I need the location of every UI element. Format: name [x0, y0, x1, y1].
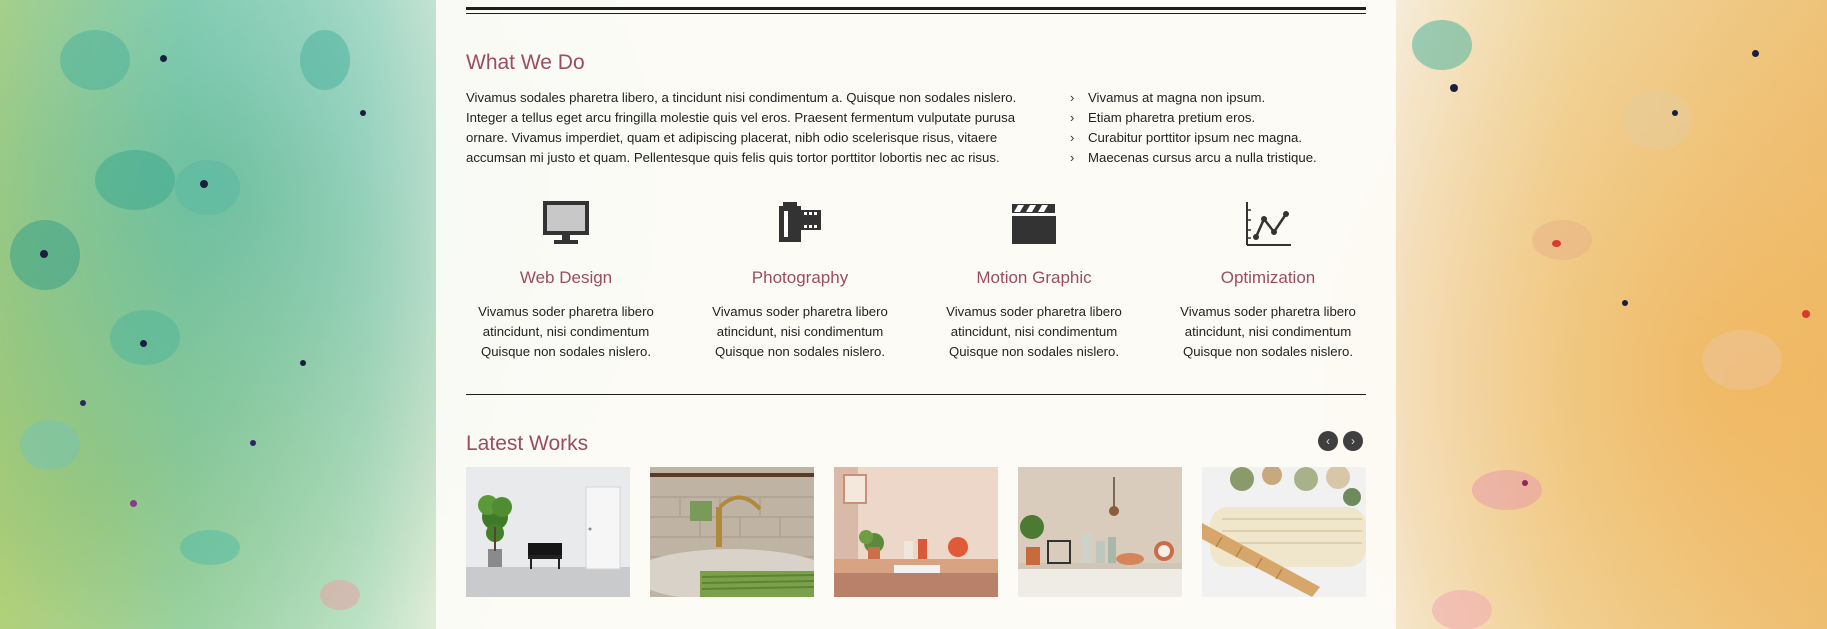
bullet-text: Vivamus at magna non ipsum. — [1088, 90, 1266, 105]
service-title: Photography — [751, 268, 849, 287]
service-text: Vivamus soder pharetra libero atincidunt… — [946, 304, 1122, 359]
what-we-do-bullet-list: › Vivamus at magna non ipsum. › Etiam phar… — [1070, 88, 1370, 168]
list-item: › Maecenas cursus arcu a nulla tristique. — [1070, 148, 1370, 168]
chevron-right-icon: › — [1070, 110, 1075, 125]
work-thumbnail[interactable] — [650, 467, 814, 597]
carousel-prev-button[interactable]: ‹ — [1318, 431, 1338, 451]
work-thumbnail[interactable] — [1018, 467, 1182, 597]
service-text: Vivamus soder pharetra libero atincidunt… — [712, 304, 888, 359]
bullet-text: Maecenas cursus arcu a nulla tristique. — [1088, 150, 1317, 165]
work-thumbnail[interactable] — [834, 467, 998, 597]
monitor-icon — [466, 200, 666, 254]
service-title: Optimization — [1220, 268, 1316, 287]
service-motion-graphic: Motion Graphic Vivamus soder pharetra li… — [934, 200, 1134, 362]
service-photography: Photography Vivamus soder pharetra liber… — [700, 200, 900, 362]
latest-works-carousel — [466, 467, 1366, 597]
latest-works-title: Latest Works — [466, 432, 589, 455]
chevron-left-icon: ‹ — [1326, 434, 1330, 448]
service-title: Motion Graphic — [976, 268, 1092, 287]
list-item: › Etiam pharetra pretium eros. — [1070, 108, 1370, 128]
chevron-right-icon: › — [1070, 90, 1075, 105]
line-chart-icon — [1168, 200, 1368, 254]
list-item: › Curabitur porttitor ipsum nec magna. — [1070, 128, 1370, 148]
chevron-right-icon: › — [1351, 434, 1355, 448]
section-divider — [466, 394, 1366, 395]
list-item: › Vivamus at magna non ipsum. — [1070, 88, 1370, 108]
what-we-do-intro: Vivamus sodales pharetra libero, a tinci… — [466, 90, 1017, 165]
work-thumbnail[interactable] — [466, 467, 630, 597]
chevron-right-icon: › — [1070, 150, 1075, 165]
service-title: Web Design — [519, 268, 613, 287]
clapperboard-icon — [934, 200, 1134, 254]
service-optimization: Optimization Vivamus soder pharetra libe… — [1168, 200, 1368, 362]
background-left-decoration — [0, 0, 436, 629]
service-text: Vivamus soder pharetra libero atincidunt… — [478, 304, 654, 359]
services-grid: Web Design Vivamus soder pharetra libero… — [466, 200, 1366, 360]
bullet-text: Etiam pharetra pretium eros. — [1088, 110, 1256, 125]
service-text: Vivamus soder pharetra libero atincidunt… — [1180, 304, 1356, 359]
service-web-design: Web Design Vivamus soder pharetra libero… — [466, 200, 666, 362]
what-we-do-title: What We Do — [466, 51, 585, 74]
bullet-text: Curabitur porttitor ipsum nec magna. — [1088, 130, 1303, 145]
work-thumbnail[interactable] — [1202, 467, 1366, 597]
main-content: What We Do Vivamus sodales pharetra libe… — [436, 0, 1396, 629]
carousel-next-button[interactable]: › — [1343, 431, 1363, 451]
top-double-rule — [466, 7, 1366, 10]
film-roll-icon — [700, 200, 900, 254]
chevron-right-icon: › — [1070, 130, 1075, 145]
top-rule-thin — [466, 13, 1366, 14]
background-right-decoration — [1372, 0, 1827, 629]
